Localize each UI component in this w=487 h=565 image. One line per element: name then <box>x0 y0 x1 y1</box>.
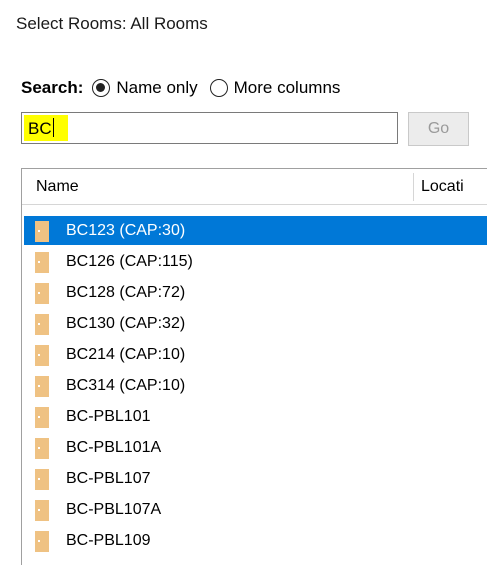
search-value-wrapper: BC <box>28 118 54 140</box>
list-item-label: BC314 (CAP:10) <box>66 377 186 394</box>
list-item[interactable]: BC130 (CAP:32) <box>22 309 487 340</box>
room-icon <box>35 376 49 397</box>
radio-unchecked-icon[interactable] <box>209 79 228 97</box>
list-item[interactable]: BC-PBL101A <box>22 433 487 464</box>
list-item[interactable]: BC-PBL107 <box>22 464 487 495</box>
list-item[interactable]: BC123 (CAP:30) <box>22 216 487 247</box>
list-body: BC123 (CAP:30) BC126 (CAP:115) BC128 (CAP:… <box>22 216 487 557</box>
radio-name-only-label: Name only <box>116 78 198 97</box>
room-icon <box>35 283 49 304</box>
list-item-label: BC-PBL101 <box>66 408 151 425</box>
list-item[interactable]: BC314 (CAP:10) <box>22 371 487 402</box>
room-icon <box>35 252 49 273</box>
go-button[interactable]: Go <box>408 112 469 146</box>
search-options: Search: Name only More columns <box>21 77 352 99</box>
text-caret <box>52 118 54 137</box>
room-icon <box>35 438 49 459</box>
radio-more-columns-label: More columns <box>233 78 341 97</box>
room-icon <box>35 345 49 366</box>
column-header-location[interactable]: Locati <box>421 178 464 196</box>
room-icon <box>35 531 49 552</box>
room-icon <box>35 407 49 428</box>
list-item[interactable]: BC214 (CAP:10) <box>22 340 487 371</box>
room-icon <box>35 314 49 335</box>
search-value: BC <box>28 119 52 138</box>
radio-name-only[interactable]: Name only <box>92 78 198 98</box>
list-item-label: BC-PBL107A <box>66 501 162 518</box>
dialog-title: Select Rooms: All Rooms <box>16 14 208 33</box>
list-item-label: BC214 (CAP:10) <box>66 346 186 363</box>
list-item[interactable]: BC-PBL101 <box>22 402 487 433</box>
column-header-name[interactable]: Name <box>36 178 79 196</box>
search-label: Search: <box>21 78 84 97</box>
column-divider[interactable] <box>413 173 414 201</box>
list-item[interactable]: BC128 (CAP:72) <box>22 278 487 309</box>
list-item-label: BC123 (CAP:30) <box>66 222 186 239</box>
radio-checked-icon[interactable] <box>92 79 111 97</box>
list-item-label: BC130 (CAP:32) <box>66 315 186 332</box>
list-item-label: BC-PBL107 <box>66 470 151 487</box>
list-item[interactable]: BC126 (CAP:115) <box>22 247 487 278</box>
list-item-label: BC-PBL109 <box>66 532 151 549</box>
list-item-label: BC128 (CAP:72) <box>66 284 186 301</box>
radio-more-columns[interactable]: More columns <box>209 78 341 98</box>
list-item[interactable]: BC-PBL107A <box>22 495 487 526</box>
list-item-label: BC-PBL101A <box>66 439 162 456</box>
list-item-label: BC126 (CAP:115) <box>66 253 193 270</box>
list-header: Name Locati <box>22 169 487 205</box>
room-list[interactable]: Name Locati BC123 (CAP:30) BC126 (CAP:115… <box>21 168 487 565</box>
room-icon <box>35 221 49 242</box>
search-input[interactable]: BC <box>21 112 398 144</box>
list-item[interactable]: BC-PBL109 <box>22 526 487 557</box>
room-icon <box>35 500 49 521</box>
room-icon <box>35 469 49 490</box>
